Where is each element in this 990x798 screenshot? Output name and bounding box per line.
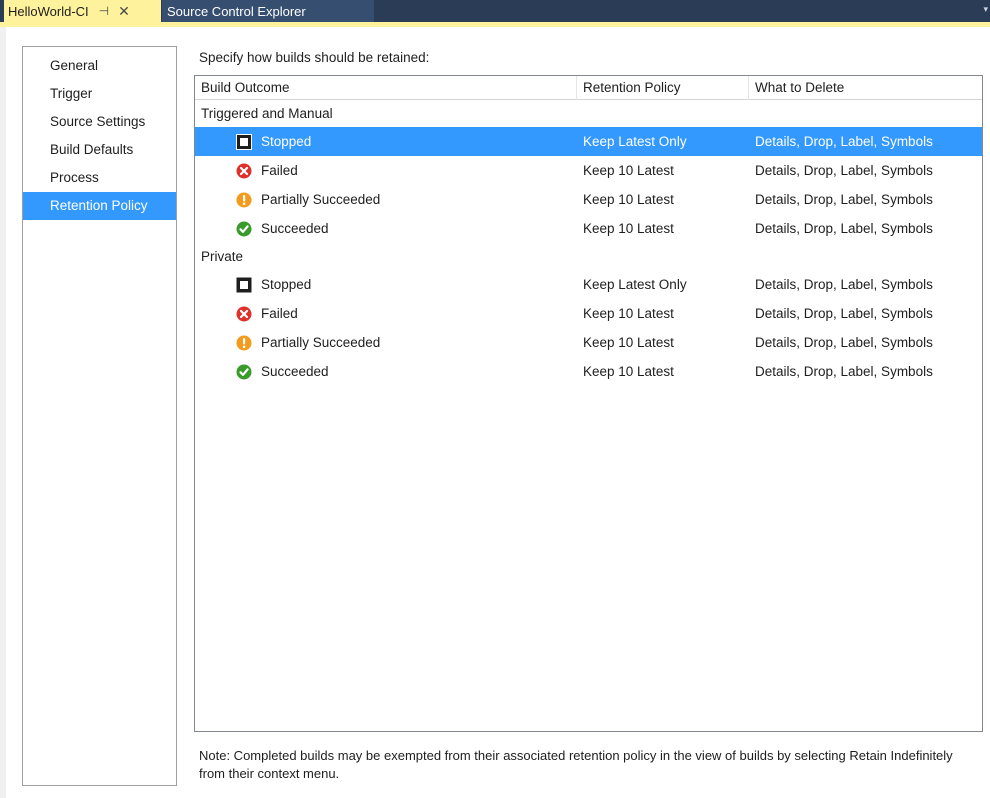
retention-note: Note: Completed builds may be exempted f… [199, 748, 953, 781]
nav-item-general[interactable]: General [23, 52, 176, 80]
grid-body: Triggered and Manual Stopped Keep Latest O… [195, 100, 982, 386]
cell-retention-policy[interactable]: Keep Latest Only [577, 134, 749, 149]
cell-what-to-delete[interactable]: Details, Drop, Label, Symbols [749, 192, 982, 207]
column-header-what-to-delete[interactable]: What to Delete [749, 76, 982, 100]
column-header-build-outcome[interactable]: Build Outcome [195, 76, 577, 100]
cell-build-outcome: Stopped [195, 133, 577, 150]
cell-retention-policy[interactable]: Keep 10 Latest [577, 221, 749, 236]
nav-item-source-settings[interactable]: Source Settings [23, 108, 176, 136]
table-row[interactable]: Stopped Keep Latest Only Details, Drop, La… [195, 127, 982, 156]
succeeded-icon [236, 364, 252, 380]
group-label: Private [201, 249, 244, 264]
cell-what-to-delete[interactable]: Details, Drop, Label, Symbols [749, 306, 982, 321]
table-row[interactable]: Partially Succeeded Keep 10 Latest Details… [195, 185, 982, 214]
cell-retention-policy[interactable]: Keep 10 Latest [577, 192, 749, 207]
cell-build-outcome: Failed [195, 163, 577, 179]
outcome-label: Partially Succeeded [261, 192, 381, 207]
cell-retention-policy[interactable]: Keep 10 Latest [577, 306, 749, 321]
stopped-icon [236, 277, 252, 293]
cell-retention-policy[interactable]: Keep Latest Only [577, 277, 749, 292]
stopped-icon [236, 133, 252, 150]
retention-grid[interactable]: Build Outcome Retention Policy What to D… [194, 75, 983, 732]
cell-what-to-delete[interactable]: Details, Drop, Label, Symbols [749, 163, 982, 178]
outcome-label: Succeeded [261, 364, 329, 379]
partially-succeeded-icon [236, 192, 252, 208]
outcome-label: Stopped [261, 277, 312, 292]
instruction-text: Specify how builds should be retained: [199, 50, 430, 65]
cell-retention-policy[interactable]: Keep 10 Latest [577, 364, 749, 379]
close-icon[interactable]: ✕ [118, 4, 130, 18]
nav-item-process[interactable]: Process [23, 164, 176, 192]
cell-build-outcome: Succeeded [195, 221, 577, 237]
failed-icon [236, 306, 252, 322]
outcome-label: Failed [261, 163, 298, 178]
grid-header: Build Outcome Retention Policy What to D… [195, 76, 982, 100]
tab-title: HelloWorld-CI [8, 3, 89, 19]
cell-build-outcome: Partially Succeeded [195, 335, 577, 351]
cell-build-outcome: Failed [195, 306, 577, 322]
partially-succeeded-icon [236, 335, 252, 351]
column-header-retention-policy[interactable]: Retention Policy [577, 76, 749, 100]
cell-build-outcome: Partially Succeeded [195, 192, 577, 208]
table-row[interactable]: Stopped Keep Latest Only Details, Drop, La… [195, 270, 982, 299]
nav-item-build-defaults[interactable]: Build Defaults [23, 136, 176, 164]
table-row[interactable]: Succeeded Keep 10 Latest Details, Drop, La… [195, 357, 982, 386]
succeeded-icon [236, 221, 252, 237]
table-row[interactable]: Succeeded Keep 10 Latest Details, Drop, La… [195, 214, 982, 243]
nav-item-retention-policy[interactable]: Retention Policy [23, 192, 176, 220]
tab-title: Source Control Explorer [167, 3, 306, 19]
cell-what-to-delete[interactable]: Details, Drop, Label, Symbols [749, 277, 982, 292]
tab-source-control-explorer[interactable]: Source Control Explorer [162, 0, 374, 22]
cell-retention-policy[interactable]: Keep 10 Latest [577, 163, 749, 178]
outcome-label: Failed [261, 306, 298, 321]
cell-what-to-delete[interactable]: Details, Drop, Label, Symbols [749, 364, 982, 379]
document-tab-strip: HelloWorld-CI ⊣ ✕ Source Control Explore… [0, 0, 990, 22]
cell-build-outcome: Succeeded [195, 364, 577, 380]
outcome-label: Stopped [261, 134, 312, 149]
group-label: Triggered and Manual [201, 106, 333, 121]
failed-icon [236, 163, 252, 179]
cell-retention-policy[interactable]: Keep 10 Latest [577, 335, 749, 350]
settings-nav: General Trigger Source Settings Build Defau… [22, 46, 177, 786]
outcome-label: Partially Succeeded [261, 335, 381, 350]
cell-what-to-delete[interactable]: Details, Drop, Label, Symbols [749, 134, 982, 149]
cell-build-outcome: Stopped [195, 277, 577, 293]
tab-overflow-icon[interactable]: ▾ [983, 4, 988, 15]
table-row[interactable]: Failed Keep 10 Latest Details, Drop, Label… [195, 299, 982, 328]
table-row[interactable]: Failed Keep 10 Latest Details, Drop, Label… [195, 156, 982, 185]
pin-icon[interactable]: ⊣ [99, 4, 109, 18]
cell-what-to-delete[interactable]: Details, Drop, Label, Symbols [749, 335, 982, 350]
outcome-label: Succeeded [261, 221, 329, 236]
tab-helloworld-ci[interactable]: HelloWorld-CI ⊣ ✕ [4, 0, 161, 22]
cell-what-to-delete[interactable]: Details, Drop, Label, Symbols [749, 221, 982, 236]
nav-item-trigger[interactable]: Trigger [23, 80, 176, 108]
table-row[interactable]: Partially Succeeded Keep 10 Latest Details… [195, 328, 982, 357]
